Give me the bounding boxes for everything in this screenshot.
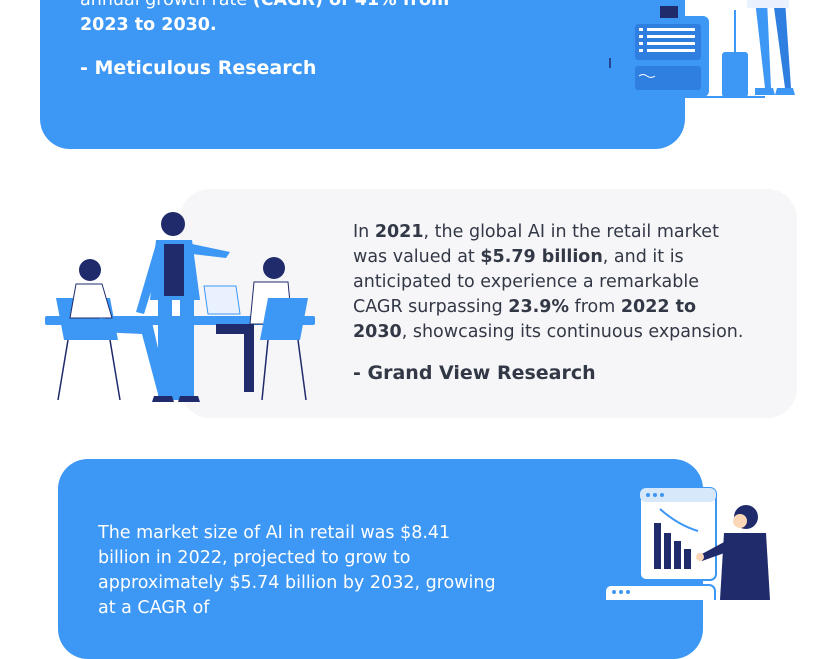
stat-card-2-text: In 2021, the global AI in the retail mar… xyxy=(353,222,744,342)
stat-card-3-text: The market size of AI in retail was $8.4… xyxy=(98,523,496,618)
stat-card-2-source: - Grand View Research xyxy=(353,362,596,384)
team-meeting-illustration-icon xyxy=(45,212,315,402)
stat-card-1-source: - Meticulous Research xyxy=(80,57,317,79)
chart-analysis-illustration-icon xyxy=(604,487,770,600)
server-illustration-icon xyxy=(570,0,795,98)
stat-card-1-text: annual growth rate (CAGR) of 41% from 20… xyxy=(80,0,450,35)
